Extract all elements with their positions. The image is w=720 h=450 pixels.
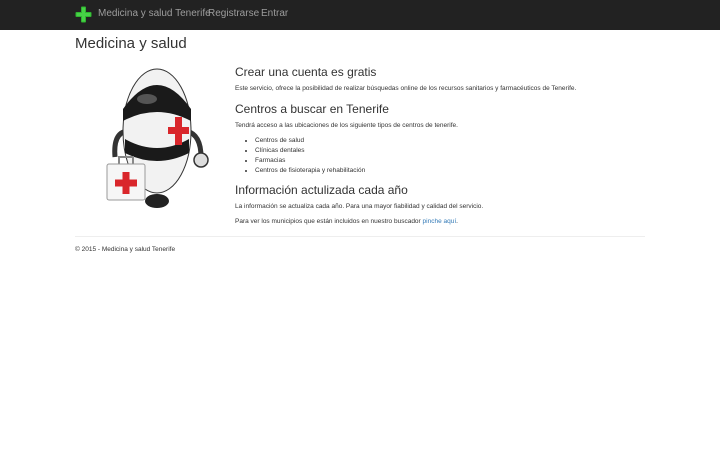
- page-title: Medicina y salud: [75, 35, 187, 52]
- section-heading-centers: Centros a buscar en Tenerife: [235, 102, 389, 116]
- register-link[interactable]: Registrarse: [208, 8, 259, 19]
- footer-divider: [75, 236, 645, 237]
- section-text-municipalities: Para ver los municipios que están inclui…: [235, 218, 655, 226]
- login-link[interactable]: Entrar: [261, 8, 288, 19]
- list-item: Centros de salud: [255, 136, 655, 146]
- section-text-centers: Tendrá acceso a las ubicaciones de los s…: [235, 122, 458, 129]
- main-content: Crear una cuenta es gratis Este servicio…: [235, 66, 655, 226]
- municipalities-link[interactable]: pinche aquí: [423, 218, 457, 225]
- section-heading-updated: Información actulizada cada año: [235, 183, 408, 197]
- centers-list: Centros de salud Clínicas dentales Farma…: [235, 136, 655, 176]
- list-item: Farmacias: [255, 156, 655, 166]
- navbar-brand-link[interactable]: Medicina y salud Tenerife: [98, 8, 211, 19]
- section-text-create-account: Este servicio, ofrece la posibilidad de …: [235, 85, 577, 92]
- list-item: Centros de fisioterapia y rehabilitación: [255, 166, 655, 176]
- top-navbar: Medicina y salud Tenerife Registrarse En…: [0, 0, 720, 30]
- robot-first-aid-image: [97, 61, 217, 212]
- section-text-updated: La información se actualiza cada año. Pa…: [235, 203, 484, 210]
- section-heading-create-account: Crear una cuenta es gratis: [235, 65, 377, 79]
- municipalities-text: Para ver los municipios que están inclui…: [235, 218, 421, 225]
- list-item: Clínicas dentales: [255, 146, 655, 156]
- medical-cross-icon[interactable]: [75, 6, 92, 23]
- municipalities-text-end: .: [456, 218, 458, 225]
- footer-copyright: © 2015 - Medicina y salud Tenerife: [75, 246, 176, 253]
